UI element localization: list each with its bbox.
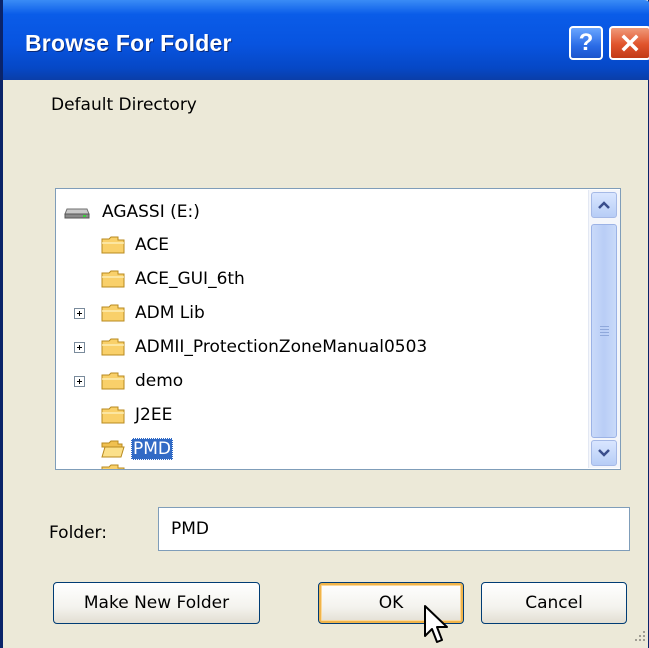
help-button[interactable]: ? xyxy=(569,26,603,60)
question-mark-icon: ? xyxy=(578,29,594,56)
folder-icon xyxy=(101,304,125,322)
folder-icon xyxy=(101,270,125,288)
tree-item-label: AGASSI (E:) xyxy=(102,202,200,222)
folder-icon xyxy=(101,338,125,356)
expand-icon[interactable] xyxy=(74,342,85,353)
make-new-folder-button[interactable]: Make New Folder xyxy=(53,582,260,624)
grip-line xyxy=(600,332,609,333)
expand-icon[interactable] xyxy=(74,376,85,387)
folder-icon xyxy=(101,406,125,424)
expand-icon[interactable] xyxy=(74,308,85,319)
browse-for-folder-dialog: Browse For Folder ? Default Directory AG… xyxy=(0,0,649,648)
folder-field-label: Folder: xyxy=(49,523,107,543)
close-icon xyxy=(621,34,639,52)
tree-item-demo[interactable]: demo xyxy=(56,365,586,397)
tree-root-drive[interactable]: AGASSI (E:) xyxy=(56,196,586,228)
folder-tree[interactable]: AGASSI (E:) ACE ACE_GUI_6th ADM Lib ADMI… xyxy=(55,188,621,470)
window-title: Browse For Folder xyxy=(25,30,232,56)
tree-item-ace[interactable]: ACE xyxy=(56,229,586,261)
folder-name-input[interactable] xyxy=(158,507,630,551)
resize-grip-icon[interactable] xyxy=(630,626,648,644)
tree-item-label: ACE xyxy=(135,235,169,255)
title-bar[interactable]: Browse For Folder ? xyxy=(3,0,649,80)
tree-item-label: ACE_GUI_6th xyxy=(135,269,245,289)
tree-item-label: demo xyxy=(135,371,184,391)
tree-item-adm-lib[interactable]: ADM Lib xyxy=(56,297,586,329)
scroll-up-button[interactable] xyxy=(591,192,617,218)
scroll-down-button[interactable] xyxy=(591,440,617,466)
tree-item-label: ADM Lib xyxy=(135,303,205,323)
tree-item-pmd[interactable]: PMD xyxy=(56,433,586,465)
scroll-thumb[interactable] xyxy=(591,224,617,438)
open-folder-icon xyxy=(101,440,125,458)
folder-icon xyxy=(101,372,125,390)
tree-item-label-selected: PMD xyxy=(131,438,174,460)
cancel-button[interactable]: Cancel xyxy=(481,582,627,624)
folder-icon xyxy=(101,464,125,469)
grip-line xyxy=(600,335,609,336)
grip-line xyxy=(600,326,609,327)
tree-item-admii-protection-zone-manual[interactable]: ADMII_ProtectionZoneManual0503 xyxy=(56,331,586,363)
tree-item-ace-gui-6th[interactable]: ACE_GUI_6th xyxy=(56,263,586,295)
tree-item-j2ee[interactable]: J2EE xyxy=(56,399,586,431)
vertical-scrollbar[interactable] xyxy=(588,190,620,468)
folder-icon xyxy=(101,236,125,254)
drive-icon xyxy=(64,208,90,219)
chevron-up-icon xyxy=(598,201,610,209)
tree-item-label: ADMII_ProtectionZoneManual0503 xyxy=(135,337,428,357)
close-button[interactable] xyxy=(609,26,649,60)
grip-line xyxy=(600,329,609,330)
dialog-description: Default Directory xyxy=(51,95,197,115)
tree-item-label: J2EE xyxy=(135,405,173,425)
chevron-down-icon xyxy=(598,449,610,457)
mouse-cursor-icon xyxy=(424,605,448,643)
